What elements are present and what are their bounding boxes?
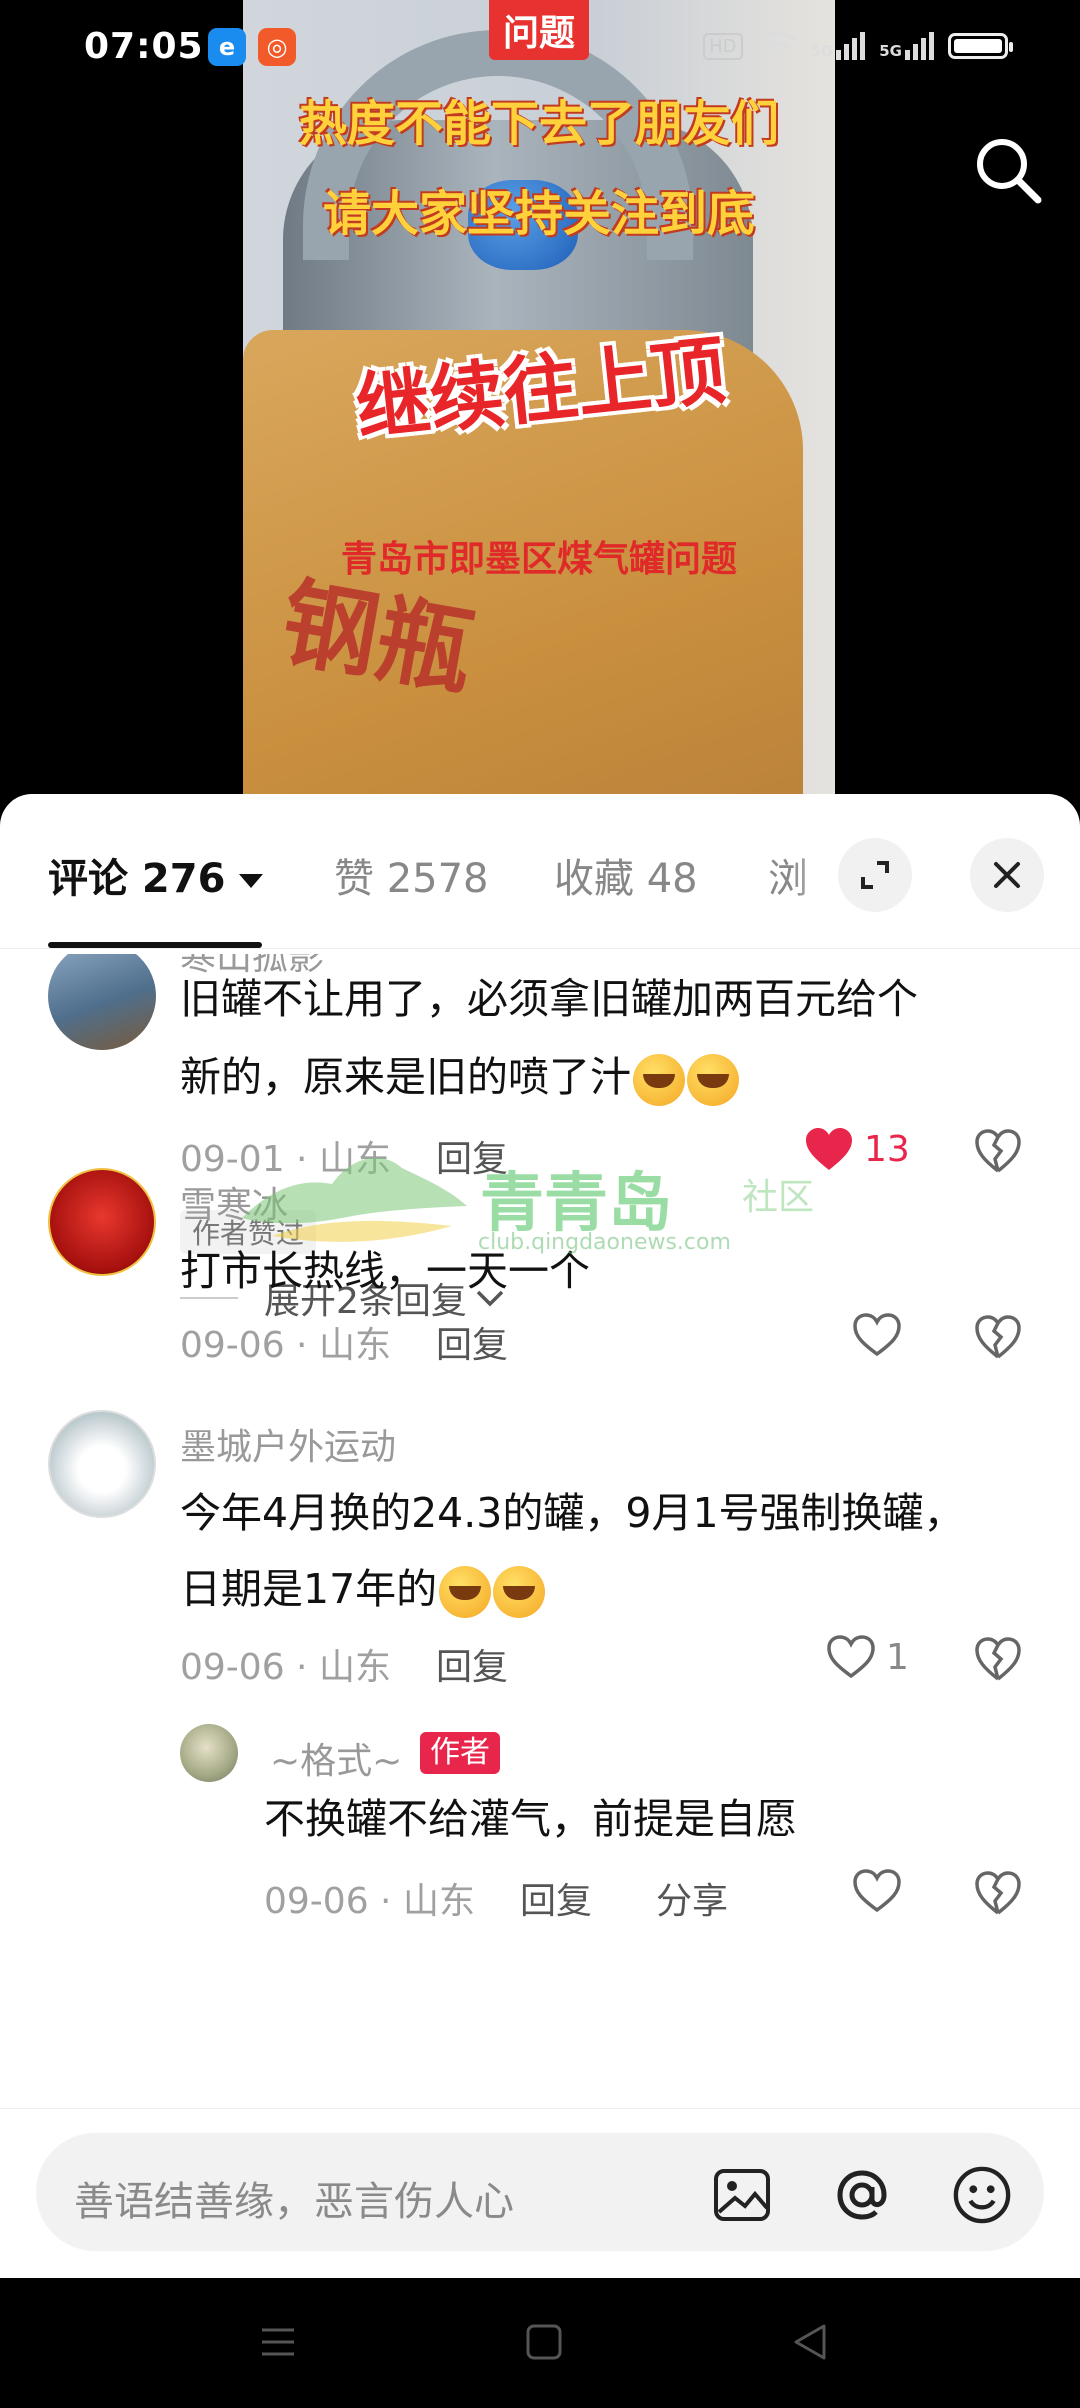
tab-comments[interactable]: 评论 276 [48,846,264,904]
reply-button[interactable]: 回复 [436,1638,508,1690]
heart-outline-icon [853,1313,901,1357]
reply-text: 不换罐不给灌气，前提是自愿 [264,1795,797,1843]
reply-meta: 09-06 · 山东 [264,1881,475,1922]
reply-button[interactable]: 回复 [436,1316,508,1368]
status-bar: 07:05 e ◎ HD 5G 5G [0,0,1080,96]
avatar[interactable] [48,954,156,1050]
comment-author[interactable]: 雪寒冰 [180,1176,288,1228]
heart-outline-icon [827,1635,875,1679]
comment-tabs: 评论 276 赞 2578 收藏 48 浏 [0,794,1080,949]
close-sheet-button[interactable] [970,838,1044,912]
caret-down-icon [239,874,264,888]
comment-text-line2: 新的，原来是旧的喷了汁 [180,1038,739,1116]
like-button[interactable] [852,1312,902,1358]
like-count: 13 [864,1128,910,1170]
home-nav-button[interactable] [524,2322,564,2366]
expand-sheet-button[interactable] [838,838,912,912]
back-nav-button[interactable] [790,2322,830,2366]
reply-author[interactable]: ~格式~ [270,1732,402,1784]
reply-button[interactable]: 回复 [436,1130,508,1182]
laughing-emoji-icon [439,1566,492,1618]
comment-text-line2: 日期是17年的 [180,1550,546,1628]
laughing-emoji-icon [633,1054,685,1106]
system-nav-bar [0,2278,1080,2408]
battery-icon [948,33,1013,59]
emoji-button[interactable] [952,2165,1012,2225]
tab-favorites[interactable]: 收藏 48 [554,846,698,904]
comment-input[interactable]: 善语结善缘，恶言伤人心 [36,2133,1044,2251]
video-overlay-line2: 请大家坚持关注到底 [322,186,755,242]
browser-app-icon: e [208,28,246,66]
tab-underline [48,942,262,948]
comment-input-placeholder: 善语结善缘，恶言伤人心 [74,2179,514,2225]
comment-text-line1: 旧罐不让用了，必须拿旧罐加两百元给个 [180,975,918,1023]
hd-icon: HD [703,32,743,60]
menu-icon [262,2328,294,2356]
comment-text-line1: 打市长热线，一天一个 [180,1247,590,1295]
dislike-button[interactable] [974,1128,1022,1178]
comment-sheet: 评论 276 赞 2578 收藏 48 浏 寒山孤影 旧罐不让用了，必须拿旧罐加… [0,794,1080,2278]
broken-heart-icon [975,1315,1021,1359]
back-triangle-icon [794,2324,826,2360]
status-time: 07:05 [84,26,204,67]
status-indicators: HD 5G 5G [703,30,1013,62]
like-button[interactable]: 13 [804,1126,910,1172]
dislike-button[interactable] [974,1636,1022,1686]
avatar[interactable] [48,1410,156,1518]
broken-heart-icon [975,1637,1021,1681]
home-square-icon [526,2324,562,2360]
broken-heart-icon [975,1129,1021,1173]
dislike-button[interactable] [974,1870,1022,1920]
video-overlay-subtitle: 青岛市即墨区煤气罐问题 [340,539,737,580]
like-button[interactable]: 1 [826,1634,909,1680]
comment-meta: 09-06 · 山东 [180,1325,391,1366]
smiley-icon [953,2166,1011,2224]
heart-outline-icon [853,1869,901,1913]
comment-meta: 09-01 · 山东 [180,1139,391,1180]
menu-nav-button[interactable] [258,2322,298,2366]
laughing-emoji-icon [493,1566,546,1618]
like-count: 1 [886,1636,909,1678]
laughing-emoji-icon [687,1054,739,1106]
mention-button[interactable] [832,2165,892,2225]
signal-icon-1: 5G [811,32,866,60]
comment-author[interactable]: 墨城户外运动 [180,1418,396,1470]
broken-heart-icon [975,1871,1021,1915]
heart-filled-icon [806,1128,852,1170]
search-icon[interactable] [970,132,1046,208]
video-player[interactable]: 钢瓶 问题 热度不能下去了朋友们 请大家坚持关注到底 继续往上顶 青岛市即墨区煤… [0,0,1080,800]
share-button[interactable]: 分享 [656,1872,728,1924]
image-picker-button[interactable] [712,2165,772,2225]
avatar[interactable] [180,1724,238,1782]
signal-icon-2: 5G [879,32,934,60]
comment-text-line1: 今年4月换的24.3的罐，9月1号强制换罐， [180,1489,965,1537]
image-icon [714,2169,770,2221]
avatar[interactable] [48,1168,156,1276]
notification-app-icon: ◎ [258,28,296,66]
at-sign-icon [837,2170,887,2220]
wifi-icon [757,31,796,57]
tab-likes[interactable]: 赞 2578 [334,846,489,904]
dislike-button[interactable] [974,1314,1022,1364]
comment-meta: 09-06 · 山东 [180,1647,391,1688]
author-tag: 作者 [420,1732,500,1774]
comment-input-bar: 善语结善缘，恶言伤人心 [0,2108,1080,2279]
close-icon [994,862,1020,888]
comment-list[interactable]: 寒山孤影 旧罐不让用了，必须拿旧罐加两百元给个 新的，原来是旧的喷了汁 09-0… [0,954,1080,2110]
reply-button[interactable]: 回复 [520,1872,592,1924]
expand-icon [861,861,889,889]
like-button[interactable] [852,1868,902,1914]
